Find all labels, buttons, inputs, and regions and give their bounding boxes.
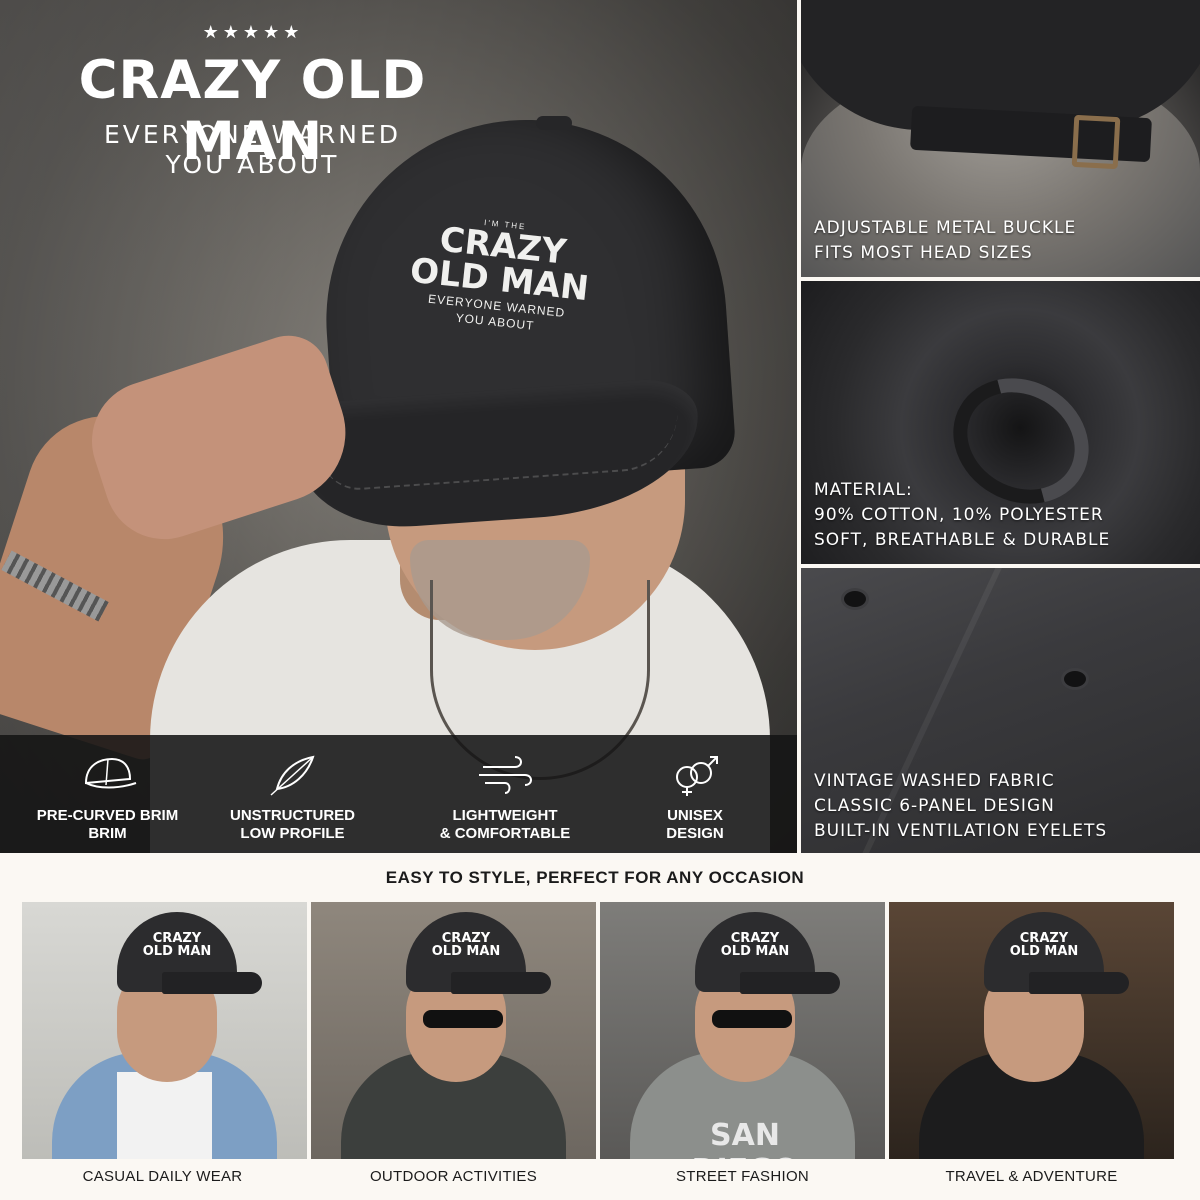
feature-unstructured: UNSTRUCTURED LOW PROFILE [205, 735, 380, 853]
eyelet [841, 588, 869, 610]
buckle-detail-panel: ADJUSTABLE METAL BUCKLE FITS MOST HEAD S… [801, 0, 1200, 277]
sunglasses [423, 1010, 503, 1028]
wind-icon [479, 756, 532, 794]
fabric-detail-panel: VINTAGE WASHED FABRIC CLASSIC 6-PANEL DE… [801, 568, 1200, 853]
hero-image: I'M THE CRAZY OLD MAN EVERYONE WARNED YO… [0, 0, 797, 853]
occasion-label-casual: CASUAL DAILY WEAR [82, 1168, 243, 1185]
material-caption: MATERIAL: 90% COTTON, 10% POLYESTER SOFT… [814, 480, 1111, 550]
feature-pre-curved-brim: PRE-CURVED BRIM BRIM [20, 735, 195, 853]
occasion-photo-casual: CRAZY OLD MAN [22, 902, 307, 1159]
occasion-label-street: STREET FASHION [675, 1168, 810, 1185]
buckle-caption: ADJUSTABLE METAL BUCKLE FITS MOST HEAD S… [814, 218, 1077, 263]
occasion-label-travel: TRAVEL & ADVENTURE [945, 1168, 1118, 1185]
shirt-print: SAN DIEGO [692, 1118, 799, 1159]
cap-brim [1029, 972, 1129, 994]
cap-embroidery: I'M THE CRAZY OLD MAN EVERYONE WARNED YO… [408, 218, 591, 333]
features-bar: PRE-CURVED BRIM BRIM UNSTRUCTURED LOW PR… [0, 735, 797, 853]
material-detail-panel: MATERIAL: 90% COTTON, 10% POLYESTER SOFT… [801, 281, 1200, 564]
cap-icon [84, 757, 136, 789]
occasion-photo-outdoor: CRAZY OLD MAN [311, 902, 596, 1159]
cap-button [536, 116, 572, 130]
occasion-photo-travel: CRAZY OLD MAN [889, 902, 1174, 1159]
sunglasses [712, 1010, 792, 1028]
fabric-caption: VINTAGE WASHED FABRIC CLASSIC 6-PANEL DE… [814, 771, 1108, 841]
occasions-title: EASY TO STYLE, PERFECT FOR ANY OCCASION [385, 868, 805, 887]
cap-brim [740, 972, 840, 994]
cap-embroidery: CRAZY OLD MAN [720, 931, 790, 959]
cap-embroidery: CRAZY OLD MAN [431, 931, 501, 959]
feather-icon [269, 755, 314, 796]
rating-stars: ★★★★★ [202, 22, 304, 42]
gender-icon [676, 756, 718, 796]
eyelet [1061, 668, 1089, 690]
occasion-photo-street: SAN DIEGO CRAZY OLD MAN [600, 902, 885, 1159]
white-shirt [117, 1072, 212, 1159]
cap-brim [451, 972, 551, 994]
hero-subtitle: EVERYONE WARNED YOU ABOUT [103, 120, 402, 179]
occasion-label-outdoor: OUTDOOR ACTIVITIES [369, 1168, 538, 1185]
feature-unisex: UNISEX DESIGN [610, 735, 780, 853]
cap-brim [162, 972, 262, 994]
cap-embroidery: CRAZY OLD MAN [142, 931, 212, 959]
feature-lightweight: LIGHTWEIGHT & COMFORTABLE [410, 735, 600, 853]
metal-buckle [1071, 114, 1121, 170]
cap-embroidery: CRAZY OLD MAN [1009, 931, 1079, 959]
